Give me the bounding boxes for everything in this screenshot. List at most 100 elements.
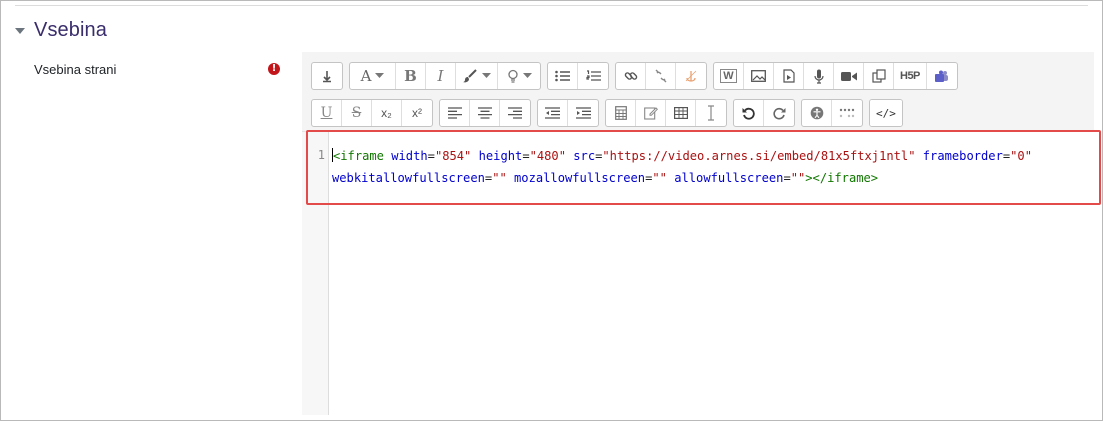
align-left-icon	[447, 107, 462, 119]
undo-icon	[742, 107, 755, 120]
code-token-tag: ></iframe>	[805, 171, 879, 185]
code-editor[interactable]: 1 <iframe width="854" height="480" src="…	[302, 131, 1094, 415]
code-token-str: ""	[790, 171, 806, 185]
code-token-str: "0"	[1010, 149, 1032, 163]
unlink-icon	[655, 69, 666, 83]
align-center-button[interactable]	[470, 100, 500, 126]
section-header-vsebina[interactable]: Vsebina	[15, 17, 107, 43]
record-audio-button[interactable]	[804, 63, 834, 89]
bullet-list-button[interactable]	[548, 63, 578, 89]
paintbrush-icon	[463, 69, 477, 83]
lightbulb-icon	[507, 69, 518, 83]
superscript-icon: x²	[412, 106, 422, 120]
form-container: Vsebina Vsebina strani ! A B I W H5P U S…	[0, 0, 1103, 421]
outdent-button[interactable]	[538, 100, 568, 126]
h5p-button[interactable]: H5P	[894, 63, 927, 89]
text-color-button[interactable]	[456, 63, 498, 89]
bold-button[interactable]: B	[396, 63, 426, 89]
code-text[interactable]: <iframe width="854" height="480" src="ht…	[332, 145, 1092, 189]
redo-icon	[772, 107, 785, 119]
indent-icon	[575, 107, 591, 119]
manage-files-button[interactable]	[864, 63, 894, 89]
numbered-list-button[interactable]	[578, 63, 608, 89]
toolbar-group-align	[439, 99, 531, 127]
code-token-str: ""	[652, 171, 667, 185]
undo-button[interactable]	[734, 100, 764, 126]
accessibility-icon	[810, 106, 823, 120]
section-title[interactable]: Vsebina	[34, 19, 107, 42]
code-token-str: "https://video.arnes.si/embed/81x5ftxj1n…	[602, 149, 916, 163]
code-token-attr: src	[573, 149, 596, 163]
toolbar-group-style: A B I	[349, 62, 541, 90]
align-right-icon	[508, 107, 522, 119]
code-token-attr: width	[391, 149, 428, 163]
align-right-button[interactable]	[500, 100, 530, 126]
toolbar-group-source: </>	[869, 99, 903, 127]
caret-down-icon[interactable]	[15, 28, 25, 34]
font-size-button[interactable]: A	[350, 63, 396, 89]
link-button[interactable]	[616, 63, 646, 89]
align-left-button[interactable]	[440, 100, 470, 126]
chevron-down-icon	[482, 73, 491, 78]
word-import-button[interactable]: W	[714, 63, 744, 89]
bullet-list-icon	[555, 70, 570, 82]
toolbar-group-text-format: U S x₂ x²	[311, 99, 433, 127]
indent-button[interactable]	[568, 100, 598, 126]
html-editor: A B I W H5P U S x₂ x² </> 1 <iframe widt…	[302, 52, 1094, 415]
underline-button[interactable]: U	[312, 100, 342, 126]
code-token-attr: frameborder	[922, 149, 1003, 163]
italic-button[interactable]: I	[426, 63, 456, 89]
field-label-vsebina-strani: Vsebina strani	[34, 62, 117, 77]
background-color-button[interactable]	[498, 63, 540, 89]
toolbar-toggle-icon	[323, 71, 331, 83]
redo-button[interactable]	[764, 100, 794, 126]
h5p-icon: H5P	[900, 70, 920, 82]
italic-icon: I	[437, 67, 444, 85]
code-token-str: "854"	[434, 149, 472, 163]
code-token-attr: height	[478, 149, 523, 163]
table-icon	[673, 107, 688, 119]
toolbar-group-links	[615, 62, 707, 90]
screenreader-helper-button[interactable]	[832, 100, 862, 126]
toolbar-group-toggle	[311, 62, 343, 90]
toolbar-group-lists	[547, 62, 609, 90]
strikethrough-icon: S	[351, 105, 362, 121]
line-number: 1	[317, 148, 325, 162]
copy-files-icon	[871, 69, 886, 83]
section-divider	[15, 5, 1088, 6]
code-token-plain: =	[783, 171, 791, 185]
anchor-button[interactable]	[676, 63, 706, 89]
strikethrough-button[interactable]: S	[342, 100, 372, 126]
teams-button[interactable]	[927, 63, 957, 89]
unlink-button[interactable]	[646, 63, 676, 89]
chevron-down-icon	[375, 73, 385, 78]
html-source-button[interactable]: </>	[870, 100, 902, 126]
code-icon: </>	[876, 106, 896, 120]
record-video-button[interactable]	[834, 63, 864, 89]
chevron-down-icon	[522, 73, 532, 78]
code-token-attr: webkitallowfullscreen	[332, 171, 485, 185]
media-button[interactable]	[774, 63, 804, 89]
accessibility-checker-button[interactable]	[802, 100, 832, 126]
anchor-icon	[685, 70, 697, 82]
superscript-button[interactable]: x²	[402, 100, 432, 126]
font-size-icon: A	[360, 67, 372, 85]
code-token-attr: mozallowfullscreen	[514, 171, 646, 185]
subscript-button[interactable]: x₂	[372, 100, 402, 126]
special-char-button[interactable]	[636, 100, 666, 126]
word-import-icon: W	[720, 69, 737, 83]
outdent-icon	[545, 107, 560, 119]
image-button[interactable]	[744, 63, 774, 89]
toolbar-group-accessibility	[801, 99, 863, 127]
table-button[interactable]	[666, 100, 696, 126]
toolbar-toggle-button[interactable]	[312, 63, 342, 89]
code-token-plain: =	[522, 149, 530, 163]
clear-formatting-button[interactable]	[696, 100, 726, 126]
equation-button[interactable]	[606, 100, 636, 126]
edit-pencil-icon	[643, 107, 658, 120]
numbered-list-icon	[585, 70, 601, 81]
toolbar-row-1: A B I W H5P	[311, 62, 964, 90]
align-center-icon	[477, 107, 492, 119]
